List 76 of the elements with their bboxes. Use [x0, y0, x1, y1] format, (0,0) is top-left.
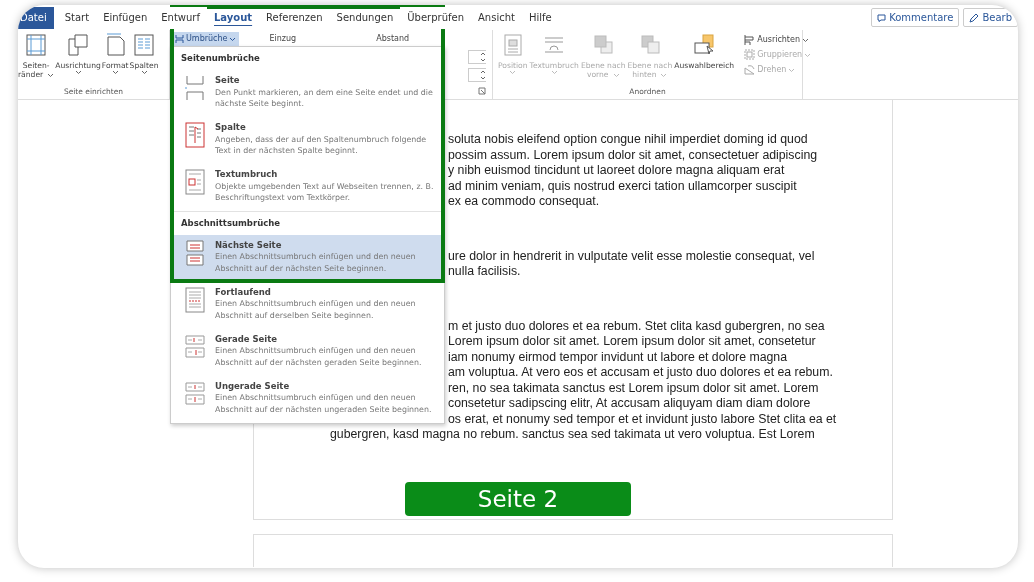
body-text-line: am voluptua. At vero eos et accusam et justo duo dolores et ea rebum. — [448, 365, 833, 381]
speech-bubble-icon — [877, 13, 887, 22]
next-page-icon — [183, 238, 207, 267]
rotate-icon — [744, 64, 756, 76]
caret-icon — [550, 70, 558, 76]
text-wrap-icon — [183, 167, 207, 196]
body-text-line: ure dolor in hendrerit in vulputate velit esse molestie consequat, vel — [448, 248, 815, 264]
body-text-line: ex ea commodo consequat. — [448, 194, 600, 210]
caret-icon — [802, 37, 809, 43]
spacing-label: Abstand — [376, 33, 410, 45]
ribbon-button[interactable]: Ausrichten — [744, 33, 812, 47]
even-page-icon — [183, 332, 207, 361]
columns-icon — [133, 33, 155, 57]
body-text-line: ad minim veniam, quis nostrud exerci tation ullamcorper suscipit — [448, 178, 797, 194]
selection-pane-icon — [693, 33, 716, 57]
spinner-arrows-icon — [480, 51, 486, 63]
continuous-icon — [183, 285, 207, 314]
dialog-launcher-icon[interactable] — [478, 87, 486, 95]
caret-icon — [74, 70, 82, 76]
body-text-line: Lorem ipsum dolor sit amet. Lorem ipsum dolor sit amet, consetetur — [448, 334, 816, 350]
ribbon-tab[interactable]: Hilfe — [521, 6, 559, 29]
comments-button[interactable]: Kommentare — [871, 8, 960, 27]
indent-label: Einzug — [269, 33, 297, 45]
body-text-line: ren, no sea takimata sanctus est Lorem ipsum dolor sit amet. Lorem — [448, 380, 819, 396]
page-break-icon — [183, 73, 207, 102]
position-icon — [501, 33, 524, 57]
spinner-arrows-icon — [480, 69, 486, 81]
margins-icon — [25, 33, 48, 57]
body-text-line: os erat, et nonumy sed tempor et et invidunt justo labore Stet clita ea et — [448, 411, 837, 427]
ribbon-tab[interactable]: Referenzen — [259, 6, 330, 29]
ribbon-tab[interactable]: Layout — [207, 6, 260, 29]
column-break-icon — [183, 120, 207, 149]
page-size-icon — [104, 33, 127, 57]
menu-item-title: Textumbruch — [215, 167, 279, 181]
body-text-line: nulla facilisis. — [448, 264, 521, 280]
caret-icon — [47, 72, 55, 78]
body-text-line: consetetur sadipscing elitr, At accusam aliquyam diam diam dolore — [448, 396, 811, 412]
body-text-line: iam nonumy eirmod tempor invidunt ut labore et dolore magna — [448, 349, 788, 365]
menu-item-title: Seite — [215, 73, 241, 87]
menu-item-title: Ungerade Seite — [215, 379, 291, 393]
page-orientation-icon — [67, 33, 89, 57]
layers-icon — [638, 33, 661, 57]
menu-section-header: Abschnittsumbrüche — [171, 210, 444, 235]
caret-icon — [660, 72, 668, 78]
group-icon — [744, 49, 756, 61]
menu-item-title: Nächste Seite — [215, 238, 283, 252]
pencil-icon — [969, 12, 980, 23]
breaks-button[interactable]: Umbrüche — [172, 32, 240, 46]
body-text-line: m et justo duo dolores et ea rebum. Stet clita kasd gubergren, no sea — [448, 318, 825, 334]
layers-icon — [592, 33, 615, 57]
spinner-field[interactable] — [468, 68, 486, 82]
body-text-line: gubergren, kasd magna no rebum. sanctus sea sed takimata ut vero voluptua. Est Lorem — [330, 427, 815, 443]
caret-icon — [509, 70, 517, 76]
ribbon-tab[interactable]: Ansicht — [471, 6, 522, 29]
caret-icon — [788, 67, 796, 73]
ribbon-tab[interactable]: Sendungen — [329, 6, 401, 29]
caret-icon — [229, 36, 237, 42]
edit-button[interactable]: Bearb — [963, 8, 1018, 27]
body-text-line: y nibh euismod tincidunt ut laoreet dolore magna aliquam erat — [448, 163, 785, 179]
menu-section-header: Seitenumbrüche — [180, 52, 261, 65]
odd-page-icon — [183, 379, 207, 408]
body-text-line: soluta nobis eleifend option congue nihil imperdiet doming id quod — [448, 132, 808, 148]
breaks-icon — [175, 34, 184, 44]
ribbon-tab[interactable]: Einfügen — [96, 6, 155, 29]
align-icon — [744, 34, 756, 46]
menu-item-title: Fortlaufend — [215, 285, 272, 299]
caret-icon — [804, 52, 812, 58]
menu-item-title: Gerade Seite — [215, 332, 279, 346]
body-text-line: possim assum. Lorem ipsum dolor sit amet, consectetuer adipiscing — [448, 147, 818, 163]
spinner-field[interactable] — [468, 50, 486, 64]
ribbon-tab[interactable]: Start — [57, 6, 97, 29]
caret-icon — [111, 70, 119, 76]
menu-item-title: Spalte — [215, 120, 247, 134]
caret-icon — [612, 72, 620, 78]
page-label: Seite 2 — [405, 481, 631, 516]
caret-icon — [140, 70, 148, 76]
